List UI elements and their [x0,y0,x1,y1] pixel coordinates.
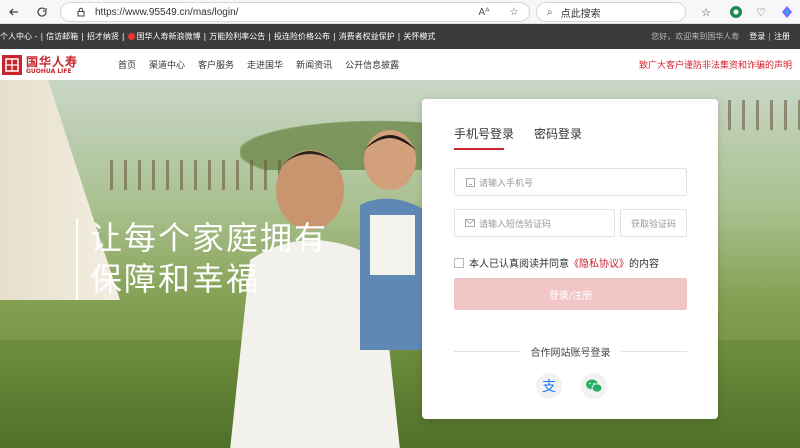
topbar-login-link[interactable]: 登录 [749,31,765,42]
nav-disclosure[interactable]: 公开信息披露 [345,58,399,71]
main-nav: 首页 渠道中心 客户服务 走进国华 新闻资讯 公开信息披露 [118,49,412,80]
slogan-divider [76,218,78,300]
agree-checkbox[interactable] [454,257,464,268]
address-bar[interactable]: https://www.95549.cn/mas/login/ Aᴬ ☆ [60,2,530,22]
topbar-link-universal-rate[interactable]: 万能险利率公告 [209,31,265,42]
get-code-button[interactable]: 获取验证码 [620,209,687,237]
partner-login-divider: 合作网站账号登录 [454,344,687,359]
login-tabs: 手机号登录 密码登录 [454,125,602,150]
welcome-text: 您好，欢迎来到国华人寿 [651,32,740,41]
sms-code-input[interactable]: 请输入短信验证码 [454,209,615,237]
topbar-link-personal-center[interactable]: 个人中心 - [0,31,37,42]
mail-icon [465,218,475,228]
site-logo[interactable]: 国华人寿 GUOHUA LIFE [2,53,78,77]
browser-search-placeholder: 点此搜索 [560,8,601,20]
alipay-login-icon[interactable]: 支 [536,373,562,399]
topbar-link-consumer-rights[interactable]: 消费者权益保护 [339,31,395,42]
phone-input[interactable]: 请输入手机号 [454,168,687,196]
logo-en-text: GUOHUA LIFE [26,67,72,75]
tab-password-login[interactable]: 密码登录 [534,125,582,150]
tab-phone-login[interactable]: 手机号登录 [454,125,514,150]
topbar-link-petition-mail[interactable]: 信访邮箱 [46,31,78,42]
logo-mark-icon [2,55,22,75]
slogan-line-2: 保障和幸福 [90,260,261,298]
nav-home[interactable]: 首页 [118,58,136,71]
nav-news[interactable]: 新闻资讯 [296,58,332,71]
logo-cn-text: 国华人寿 [26,54,79,69]
svg-text:支: 支 [542,379,556,395]
agreement-row: 本人已认真阅读并同意 《隐私协议》 的内容 [454,255,659,270]
topbar-link-weibo[interactable]: 国华人寿新浪微博 [137,31,201,42]
hero-slogan: 让每个家庭拥有 保障和幸福 [90,218,328,300]
login-register-button[interactable]: 登录/注册 [454,278,687,310]
topbar-link-care-mode[interactable]: 关怀模式 [403,31,435,42]
wechat-login-icon[interactable] [581,373,607,399]
reload-icon[interactable] [32,2,52,22]
sms-placeholder: 请输入短信验证码 [479,219,552,230]
browser-toolbar: https://www.95549.cn/mas/login/ Aᴬ ☆ ⌕ 点… [0,0,800,24]
nav-channel-center[interactable]: 渠道中心 [149,58,185,71]
topbar-link-investment-price[interactable]: 投连险价格公布 [274,31,330,42]
privacy-agreement-link[interactable]: 《隐私协议》 [569,255,629,270]
partner-login-title: 合作网站账号登录 [530,348,611,359]
url-text: https://www.95549.cn/mas/login/ [95,6,239,18]
search-icon: ⌕ [547,6,553,18]
phone-placeholder: 请输入手机号 [479,178,534,189]
browser-search-box[interactable]: ⌕ 点此搜索 [536,2,686,22]
favorites-icon[interactable]: ♡ [752,3,770,21]
agree-suffix: 的内容 [629,259,659,270]
lock-icon [73,4,89,20]
login-card: 手机号登录 密码登录 请输入手机号 请输入短信验证码 获取验证码 本人已认真阅读… [422,99,718,419]
nav-about[interactable]: 走进国华 [247,58,283,71]
extension-icon[interactable] [727,3,745,21]
copilot-icon[interactable] [778,3,796,21]
slogan-line-1: 让每个家庭拥有 [90,219,329,257]
nav-customer-service[interactable]: 客户服务 [198,58,234,71]
back-icon[interactable] [4,2,24,22]
topbar-link-recruitment[interactable]: 招才纳贤 [87,31,119,42]
collections-icon[interactable]: ☆ [697,3,715,21]
read-aloud-icon[interactable]: Aᴬ [477,5,491,19]
phone-icon [465,177,475,187]
fraud-notice-link[interactable]: 致广大客户谨防非法集资和诈骗的声明 [639,49,792,80]
top-utility-bar: 个人中心 - | 信访邮箱 | 招才纳贤 | 国华人寿新浪微博 | 万能险利率公告 | 投… [0,24,800,49]
topbar-register-link[interactable]: 注册 [774,31,790,42]
favorite-star-icon[interactable]: ☆ [507,5,521,19]
agree-prefix: 本人已认真阅读并同意 [469,259,569,270]
weibo-icon [127,33,135,40]
site-header: 国华人寿 GUOHUA LIFE 首页 渠道中心 客户服务 走进国华 新闻资讯 … [0,49,800,80]
